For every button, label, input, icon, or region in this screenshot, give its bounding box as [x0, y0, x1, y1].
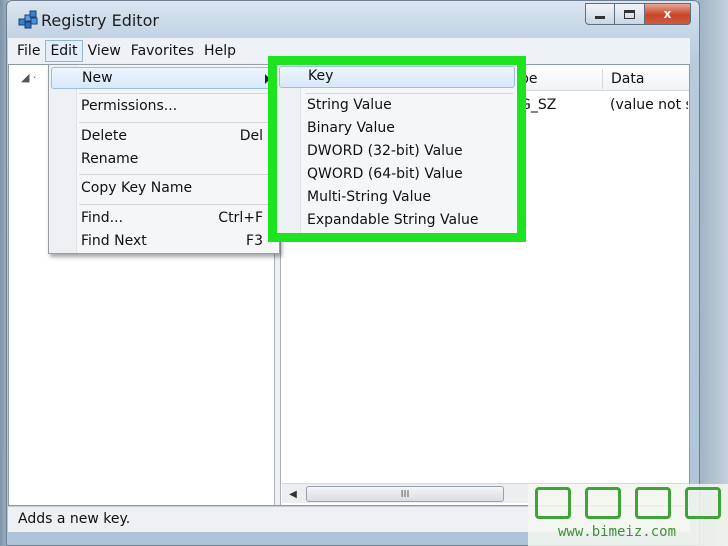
new-expandable-string-value-label: Expandable String Value [307, 212, 479, 228]
watermark-logo [528, 486, 728, 520]
column-data[interactable]: Data [602, 69, 644, 89]
new-multi-string-value-label: Multi-String Value [307, 189, 431, 205]
new-key-label: Key [308, 68, 334, 84]
new-key-item[interactable]: Key [279, 66, 515, 88]
scroll-thumb[interactable]: III [306, 486, 504, 502]
edit-menu-delete[interactable]: Delete Del [51, 126, 277, 148]
tree-expand-icon[interactable]: ◢ · [21, 71, 36, 84]
menu-separator [79, 174, 275, 175]
edit-menu-permissions-label: Permissions... [81, 98, 178, 114]
new-binary-value-label: Binary Value [307, 120, 395, 136]
minimize-button[interactable] [585, 3, 615, 25]
watermark-glyph [535, 487, 571, 519]
menu-favorites[interactable]: Favorites [126, 40, 199, 62]
edit-menu-find[interactable]: Find... Ctrl+F [51, 208, 277, 230]
edit-menu-new-label: New [82, 70, 113, 86]
menu-edit[interactable]: Edit [45, 40, 83, 62]
close-icon: x [663, 7, 672, 21]
edit-menu-rename[interactable]: Rename [51, 149, 277, 171]
registry-editor-icon [18, 10, 38, 29]
edit-menu-find-shortcut: Ctrl+F [218, 210, 263, 226]
edit-menu-new[interactable]: New [51, 67, 277, 89]
new-string-value-item[interactable]: String Value [279, 96, 515, 118]
watermark-glyph [635, 487, 671, 519]
desktop-right [698, 0, 728, 546]
new-submenu: Key String Value Binary Value DWORD (32-… [268, 56, 526, 242]
menu-help[interactable]: Help [199, 40, 241, 62]
edit-menu-delete-label: Delete [81, 128, 127, 144]
new-string-value-label: String Value [307, 97, 392, 113]
menu-separator [79, 204, 275, 205]
window-controls: x [585, 3, 691, 25]
new-multi-string-value-item[interactable]: Multi-String Value [279, 188, 515, 210]
edit-menu-copy-key-name-label: Copy Key Name [81, 180, 193, 196]
edit-menu-copy-key-name[interactable]: Copy Key Name [51, 178, 277, 200]
menu-view[interactable]: View [83, 40, 126, 62]
maximize-icon [624, 9, 635, 19]
new-binary-value-item[interactable]: Binary Value [279, 119, 515, 141]
status-text: Adds a new key. [18, 511, 131, 527]
watermark: www.bimeiz.com [528, 484, 728, 546]
new-dword-value-label: DWORD (32-bit) Value [307, 143, 463, 159]
new-submenu-body: Key String Value Binary Value DWORD (32-… [277, 65, 517, 233]
edit-menu-find-next[interactable]: Find Next F3 [51, 231, 277, 253]
edit-menu-find-label: Find... [81, 210, 124, 226]
new-dword-value-item[interactable]: DWORD (32-bit) Value [279, 142, 515, 164]
menu-separator [79, 93, 275, 94]
edit-menu-delete-shortcut: Del [239, 128, 263, 144]
edit-menu-permissions[interactable]: Permissions... [51, 96, 277, 118]
new-expandable-string-value-item[interactable]: Expandable String Value [279, 211, 515, 233]
window-title: Registry Editor [41, 11, 159, 30]
value-data-cell[interactable]: (value not s [610, 97, 688, 113]
close-button[interactable]: x [645, 3, 691, 25]
menu-file[interactable]: File [12, 40, 45, 62]
menu-separator [79, 122, 275, 123]
edit-menu-find-next-label: Find Next [81, 233, 147, 249]
new-qword-value-label: QWORD (64-bit) Value [307, 166, 463, 182]
watermark-url: www.bimeiz.com [558, 524, 677, 540]
new-qword-value-item[interactable]: QWORD (64-bit) Value [279, 165, 515, 187]
title-bar[interactable]: Registry Editor x [7, 1, 699, 39]
edit-menu-rename-label: Rename [81, 151, 139, 167]
minimize-icon [595, 15, 605, 19]
maximize-button[interactable] [615, 3, 645, 25]
watermark-glyph [585, 487, 621, 519]
edit-menu-find-next-shortcut: F3 [246, 233, 263, 249]
menu-separator [305, 93, 513, 94]
edit-menu: New Permissions... Delete Del Rename Cop… [48, 64, 280, 254]
watermark-glyph [685, 487, 721, 519]
scroll-left-icon[interactable]: ◀ [284, 486, 302, 502]
